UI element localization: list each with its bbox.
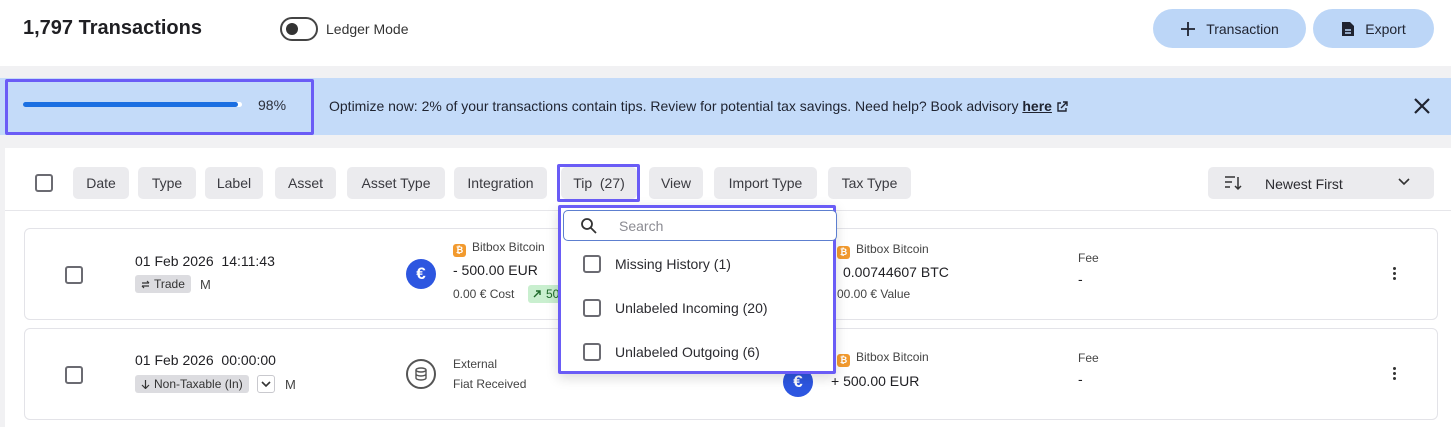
dropdown-search[interactable]	[563, 210, 837, 241]
in-source: ₿ Bitbox Bitcoin	[837, 242, 929, 259]
filter-chip-tax-type[interactable]: Tax Type	[828, 167, 911, 199]
page-header: 1,797 Transactions Ledger Mode Transacti…	[0, 0, 1451, 66]
option-missing-history[interactable]: Missing History (1)	[583, 251, 731, 277]
in-source: ₿ Bitbox Bitcoin	[837, 350, 929, 367]
row-marker: M	[285, 377, 296, 392]
filter-chip-type[interactable]: Type	[138, 167, 196, 199]
type-tag-trade[interactable]: Trade	[135, 275, 191, 293]
type-dropdown[interactable]	[257, 375, 275, 393]
option-label: Missing History (1)	[615, 256, 731, 272]
option-unlabeled-incoming[interactable]: Unlabeled Incoming (20)	[583, 295, 768, 321]
sort-icon	[1225, 176, 1242, 191]
plus-icon	[1181, 21, 1196, 36]
add-transaction-button[interactable]: Transaction	[1153, 9, 1306, 48]
fee-value: -	[1078, 271, 1083, 287]
filter-chip-asset-type[interactable]: Asset Type	[347, 167, 445, 199]
row-date: 01 Feb 2026 14:11:43	[135, 253, 275, 269]
toggle-switch[interactable]	[280, 17, 318, 41]
in-value: 00.00 € Value	[837, 287, 911, 301]
close-icon[interactable]	[1412, 96, 1432, 116]
bitcoin-icon: ₿	[453, 244, 466, 257]
out-amount: - 500.00 EUR	[453, 262, 538, 278]
bitcoin-icon: ₿	[837, 354, 850, 367]
select-all-checkbox[interactable]	[35, 174, 53, 192]
export-label: Export	[1365, 20, 1406, 37]
swap-icon	[141, 280, 150, 288]
add-transaction-label: Transaction	[1206, 20, 1279, 37]
ledger-mode-toggle[interactable]: Ledger Mode	[280, 17, 409, 41]
filter-chip-label[interactable]: Label	[205, 167, 263, 199]
progress-percent: 98%	[258, 97, 287, 113]
fee-label: Fee	[1078, 351, 1099, 365]
option-checkbox[interactable]	[583, 255, 601, 273]
search-input[interactable]	[619, 216, 819, 236]
row-marker: M	[200, 277, 211, 292]
option-label: Unlabeled Incoming (20)	[615, 300, 768, 316]
out-source: External	[453, 357, 498, 371]
out-cost: 0.00 € Cost	[453, 287, 515, 301]
euro-icon: €	[406, 259, 436, 289]
advisory-link[interactable]: here	[1022, 98, 1052, 114]
filter-chip-asset[interactable]: Asset	[275, 167, 336, 199]
row-checkbox[interactable]	[65, 366, 83, 384]
banner-message-text: Optimize now: 2% of your transactions co…	[329, 98, 1023, 114]
document-icon	[1342, 21, 1355, 36]
option-checkbox[interactable]	[583, 343, 601, 361]
page-title: 1,797 Transactions	[23, 17, 202, 39]
search-icon	[581, 218, 597, 234]
coin-stack-icon	[406, 359, 436, 389]
trend-up-icon	[533, 290, 541, 298]
banner-message: Optimize now: 2% of your transactions co…	[329, 98, 1068, 114]
option-checkbox[interactable]	[583, 299, 601, 317]
in-amount: + 500.00 EUR	[831, 373, 920, 389]
progress-bar	[23, 102, 242, 107]
sort-label: Newest First	[1265, 176, 1343, 192]
out-source: ₿ Bitbox Bitcoin	[453, 240, 545, 257]
filter-bar: Date Type Label Asset Asset Type Integra…	[5, 148, 1451, 211]
option-unlabeled-outgoing[interactable]: Unlabeled Outgoing (6)	[583, 339, 760, 365]
row-date: 01 Feb 2026 00:00:00	[135, 352, 276, 368]
progress-fill	[23, 102, 238, 107]
tip-filter-highlight	[557, 164, 640, 202]
filter-chip-import-type[interactable]: Import Type	[714, 167, 817, 199]
bitcoin-icon: ₿	[837, 246, 850, 259]
ledger-mode-label: Ledger Mode	[326, 21, 409, 37]
arrow-down-icon	[141, 380, 150, 389]
filter-chip-integration[interactable]: Integration	[454, 167, 547, 199]
filter-chip-date[interactable]: Date	[73, 167, 129, 199]
filter-chip-view[interactable]: View	[649, 167, 703, 199]
in-amount: 0.00744607 BTC	[843, 264, 949, 280]
kebab-icon[interactable]	[1393, 267, 1397, 282]
external-link-icon[interactable]	[1056, 101, 1068, 113]
chevron-down-icon	[1398, 178, 1410, 186]
chevron-down-icon	[261, 381, 271, 388]
tip-filter-dropdown: Missing History (1) Unlabeled Incoming (…	[558, 205, 837, 374]
out-sub: Fiat Received	[453, 377, 527, 391]
toggle-knob	[286, 23, 298, 35]
fee-label: Fee	[1078, 251, 1099, 265]
sort-select[interactable]: Newest First	[1208, 167, 1434, 199]
row-checkbox[interactable]	[65, 266, 83, 284]
option-label: Unlabeled Outgoing (6)	[615, 344, 760, 360]
kebab-icon[interactable]	[1393, 367, 1397, 382]
export-button[interactable]: Export	[1313, 9, 1434, 48]
fee-value: -	[1078, 371, 1083, 387]
type-tag-non-taxable[interactable]: Non-Taxable (In)	[135, 375, 249, 393]
